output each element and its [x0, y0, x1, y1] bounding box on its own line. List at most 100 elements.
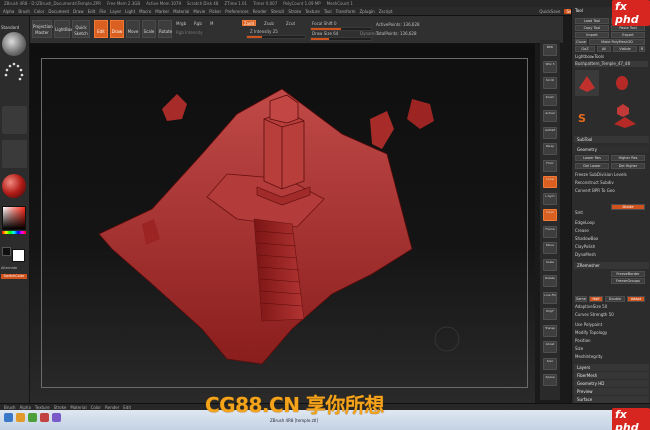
move-mode-button[interactable]: Move [126, 20, 140, 38]
shelf-gxyz-button[interactable]: Gxyz [543, 209, 557, 221]
del-higher-button[interactable]: Del Higher [611, 163, 645, 169]
explorer-icon[interactable] [16, 413, 25, 422]
lower-res-button[interactable]: Lower Res [575, 155, 609, 161]
z-intensity-slider[interactable] [246, 35, 306, 39]
shelf-xpose-button[interactable]: Xpose [543, 374, 557, 386]
alpha-slot[interactable] [2, 106, 27, 134]
zremesher-section[interactable]: ZRemesher [574, 262, 649, 269]
temple-tool-thumb[interactable] [612, 114, 638, 130]
adaptive-size-slider[interactable]: AdaptiveSize 50 [575, 304, 648, 310]
same-button[interactable]: Same [575, 296, 587, 302]
mesh-integrity-section[interactable]: MeshIntegrity [575, 354, 648, 360]
subtool-section[interactable]: SubTool [574, 136, 649, 143]
visible-button[interactable]: Visible [613, 46, 637, 52]
bottom-menu-alpha[interactable]: Alpha [20, 405, 31, 410]
shelf-bpr-button[interactable]: BPR [543, 44, 557, 56]
zcut-toggle[interactable]: Zcut [286, 21, 295, 26]
clone-button[interactable]: Clone [575, 39, 587, 45]
menu-item-stroke[interactable]: Stroke [288, 9, 301, 14]
surface-section[interactable]: Surface [574, 396, 649, 403]
freeze-subdiv-button[interactable]: Freeze SubDivision Levels [575, 172, 648, 178]
secondary-color-swatch[interactable] [12, 249, 25, 262]
shelf-rotate-button[interactable]: Rotate [543, 275, 557, 287]
curves-strength-slider[interactable]: Curves Strength 50 [575, 312, 648, 318]
menu-item-zscript[interactable]: Zscript [379, 9, 393, 14]
menu-item-stencil[interactable]: Stencil [271, 9, 285, 14]
shelf-polyf-button[interactable]: PolyF [543, 308, 557, 320]
media-icon[interactable] [40, 413, 49, 422]
half-button[interactable]: Half [589, 296, 603, 302]
menu-item-zplugin[interactable]: Zplugin [360, 9, 375, 14]
convert-bpr-button[interactable]: Convert BPR To Geo [575, 188, 648, 194]
menu-item-macro[interactable]: Macro [139, 9, 151, 14]
lightbox-button[interactable]: LightBox [54, 20, 72, 38]
import-button[interactable]: Import [575, 32, 609, 38]
menu-item-render[interactable]: Render [253, 9, 267, 14]
menu-item-texture[interactable]: Texture [305, 9, 320, 14]
shelf-spix-3-button[interactable]: SPix 3 [543, 60, 557, 73]
color-picker[interactable] [2, 206, 26, 230]
shelf-l-sym-button[interactable]: L.Sym [543, 192, 557, 205]
menu-item-alpha[interactable]: Alpha [3, 9, 14, 14]
hue-strip[interactable] [2, 231, 26, 234]
use-polypaint-toggle[interactable]: Use Polypaint [575, 322, 648, 328]
shelf-persp-button[interactable]: Persp [543, 143, 557, 155]
menu-item-color[interactable]: Color [34, 9, 44, 14]
edit-mode-button[interactable]: Edit [94, 20, 108, 38]
dynamesh-button[interactable]: DynaMesh [575, 252, 648, 258]
del-lower-button[interactable]: Del Lower [575, 163, 609, 169]
quicksave-button[interactable]: QuickSave [539, 9, 560, 14]
primary-color-swatch[interactable] [2, 247, 11, 256]
menu-item-layer[interactable]: Layer [110, 9, 121, 14]
menu-item-document[interactable]: Document [48, 9, 69, 14]
shadowbox-button[interactable]: ShadowBox [575, 236, 648, 242]
modify-topology-section[interactable]: Modify Topology [575, 330, 648, 336]
temple-sculpt-model[interactable] [42, 59, 529, 389]
preview-section[interactable]: Preview [574, 388, 649, 395]
draw-mode-button[interactable]: Draw [110, 20, 124, 38]
menu-item-draw[interactable]: Draw [73, 9, 83, 14]
geometry-hd-section[interactable]: Geometry HD [574, 380, 649, 387]
shelf-scroll-button[interactable]: Scroll [543, 77, 557, 89]
shelf-frame-button[interactable]: Frame [543, 225, 557, 238]
shelf-aahalf-button[interactable]: AAHalf [543, 126, 557, 139]
alternate-label[interactable]: Alternate [1, 266, 17, 270]
edge-loop-button[interactable]: EdgeLoop [575, 220, 648, 226]
bottom-menu-texture[interactable]: Texture [35, 405, 50, 410]
geometry-section[interactable]: Geometry [574, 146, 649, 153]
stroke-dots-icon[interactable] [2, 60, 26, 86]
current-tool-name[interactable]: Bushpattern_Temple_47_48 [575, 61, 648, 67]
mrgb-toggle[interactable]: Mrgb [176, 21, 186, 26]
m-toggle[interactable]: M [210, 21, 213, 26]
shelf-move-button[interactable]: Move [543, 242, 557, 254]
menu-item-preferences[interactable]: Preferences [225, 9, 249, 14]
bottom-menu-brush[interactable]: Brush [4, 405, 16, 410]
rotate-mode-button[interactable]: Rotate [158, 20, 172, 38]
copy-tool-button[interactable]: Copy Tool [575, 25, 609, 31]
material-sphere-icon[interactable] [2, 174, 26, 198]
menu-item-material[interactable]: Material [173, 9, 189, 14]
shelf-transp-button[interactable]: Transp [543, 324, 557, 337]
texture-slot[interactable] [2, 140, 27, 168]
layers-section[interactable]: Layers [574, 364, 649, 371]
bottom-menu-edit[interactable]: Edit [123, 405, 131, 410]
cylinder-tool-thumb[interactable] [613, 74, 631, 92]
zbrush-icon[interactable] [52, 413, 61, 422]
all-button[interactable]: All [597, 46, 611, 52]
position-section[interactable]: Position [575, 338, 648, 344]
dynamic-toggle[interactable]: Dynamic [360, 31, 378, 36]
start-icon[interactable] [4, 413, 13, 422]
shelf-solo-button[interactable]: Solo [543, 357, 557, 370]
fibermesh-section[interactable]: FiberMesh [574, 372, 649, 379]
menu-item-transform[interactable]: Transform [336, 9, 356, 14]
menu-item-marker[interactable]: Marker [155, 9, 169, 14]
app-icon[interactable] [28, 413, 37, 422]
standard-brush-icon[interactable] [2, 32, 26, 56]
size-section[interactable]: Size [575, 346, 648, 352]
lightbox-tools-link[interactable]: Lightbox▸Tools [575, 54, 648, 60]
shelf-local-button[interactable]: Local [543, 176, 557, 188]
claypolish-button[interactable]: ClayPolish [575, 244, 648, 250]
projection-master-button[interactable]: Projection Master [32, 20, 53, 38]
bottom-menu-render[interactable]: Render [105, 405, 119, 410]
goz-button[interactable]: GoZ [575, 46, 595, 52]
